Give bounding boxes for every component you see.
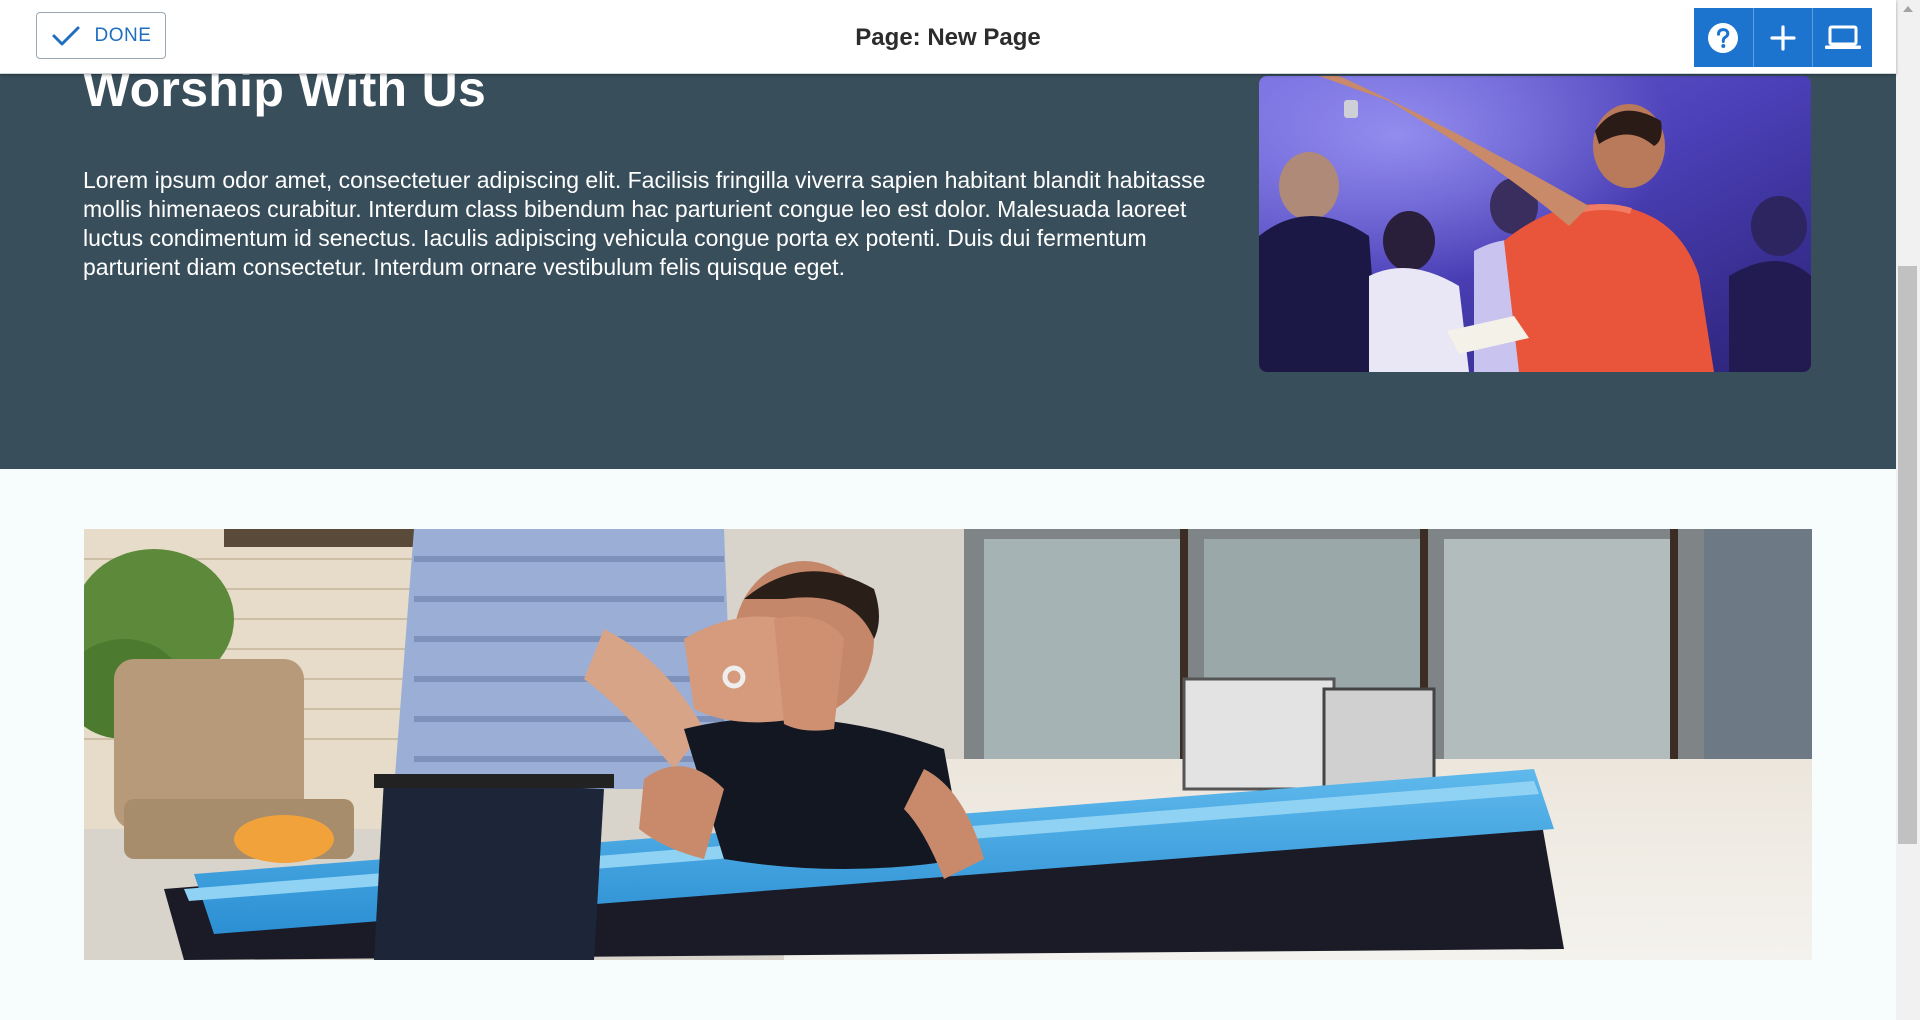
- editor-toolbar: DONE Page: New Page: [0, 0, 1896, 74]
- done-button-label: DONE: [94, 24, 152, 46]
- help-icon: [1708, 22, 1739, 53]
- scroll-up-arrow-icon[interactable]: [1903, 6, 1913, 12]
- worship-paragraph: Lorem ipsum odor amet, consectetuer adip…: [83, 167, 1206, 280]
- check-icon: [52, 26, 80, 45]
- worship-photo-image: [1259, 76, 1811, 372]
- worship-photo: [1259, 76, 1811, 372]
- toolbar-actions: [1694, 8, 1872, 67]
- baptism-photo: [84, 529, 1812, 960]
- plus-icon: [1770, 24, 1796, 51]
- vertical-scrollbar[interactable]: [1896, 0, 1920, 1020]
- done-button[interactable]: DONE: [36, 12, 166, 59]
- page-title: Page: New Page: [855, 24, 1041, 51]
- laptop-icon: [1824, 25, 1861, 49]
- add-button[interactable]: [1754, 8, 1814, 67]
- device-preview-button[interactable]: [1813, 8, 1872, 67]
- worship-section: Worship With Us Lorem ipsum odor amet, c…: [0, 74, 1896, 469]
- worship-heading: Worship With Us: [83, 74, 487, 117]
- help-button[interactable]: [1694, 8, 1754, 67]
- scrollbar-thumb[interactable]: [1898, 266, 1917, 844]
- baptism-photo-image: [84, 529, 1812, 960]
